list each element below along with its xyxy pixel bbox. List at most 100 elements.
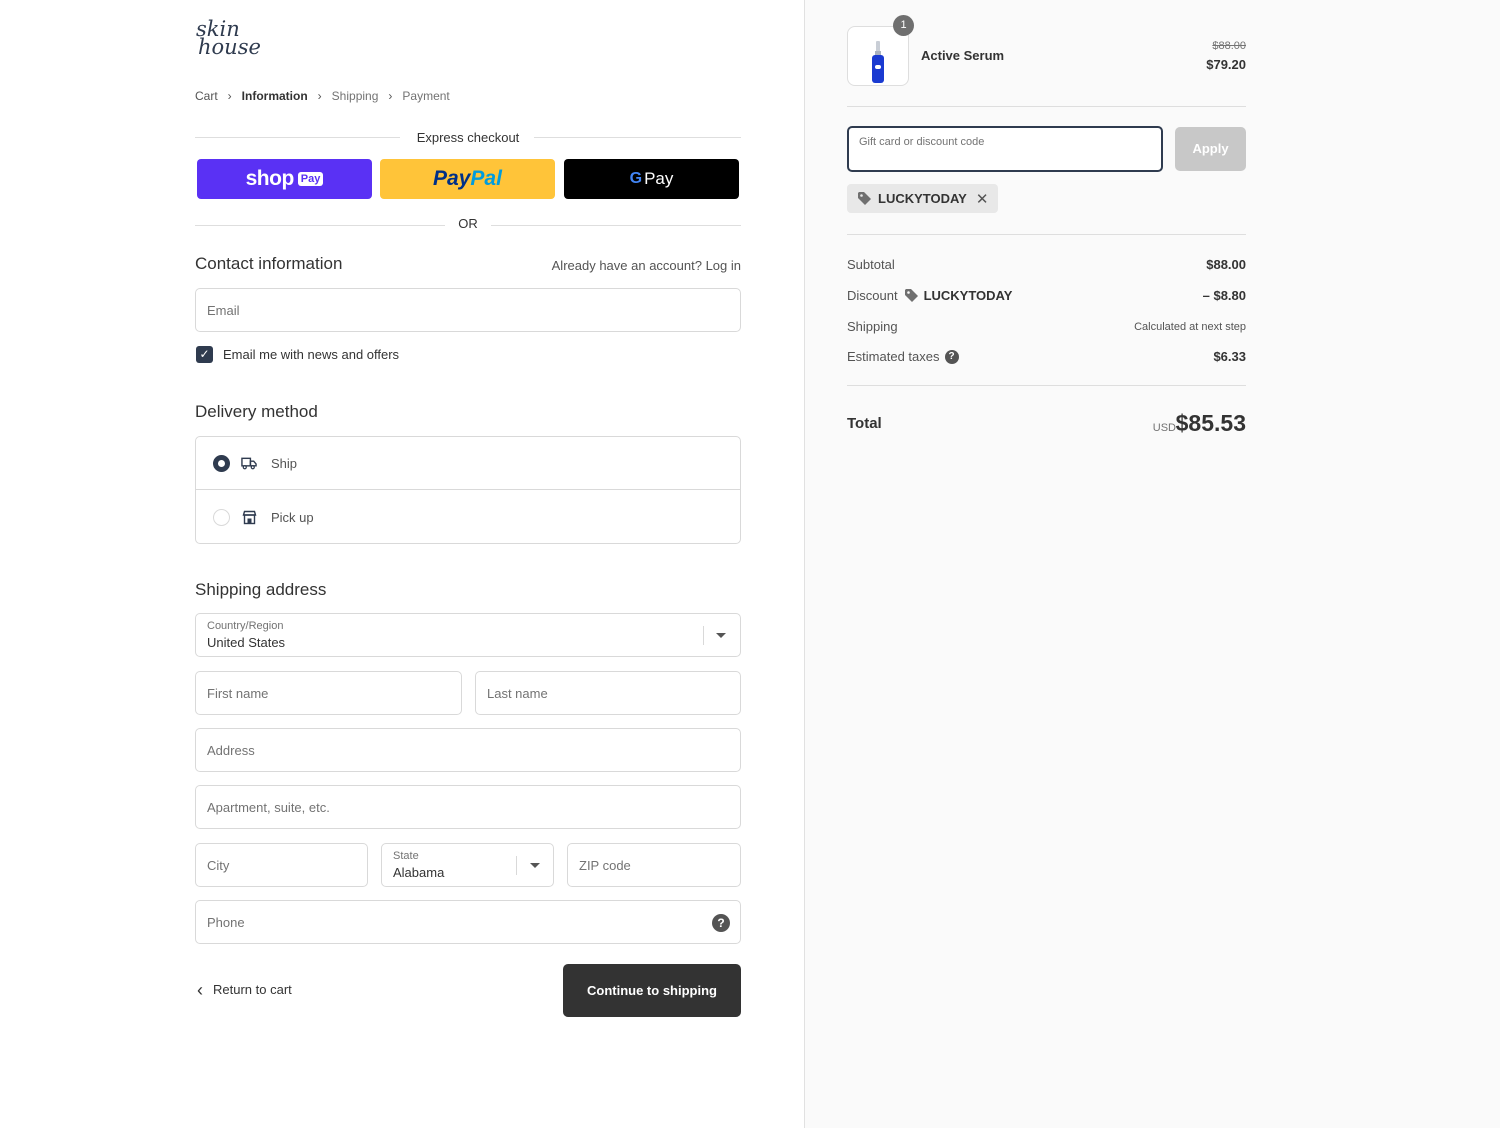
delivery-option-pickup[interactable]: Pick up bbox=[196, 491, 740, 544]
tag-icon bbox=[904, 288, 919, 303]
dropdown-separator bbox=[703, 626, 704, 645]
breadcrumb-payment: Payment bbox=[402, 89, 450, 103]
chevron-down-icon bbox=[716, 633, 726, 638]
newsletter-checkbox[interactable]: ✓ bbox=[196, 346, 213, 363]
contact-information-title: Contact information bbox=[195, 254, 343, 273]
tag-icon bbox=[857, 191, 872, 206]
zip-code-field[interactable]: ZIP code bbox=[567, 843, 741, 887]
last-name-field[interactable]: Last name bbox=[475, 671, 741, 715]
shipping-value: Calculated at next step bbox=[1134, 321, 1246, 333]
first-name-placeholder: First name bbox=[207, 686, 269, 701]
product-price: $79.20 bbox=[1206, 57, 1246, 72]
apply-button[interactable]: Apply bbox=[1175, 127, 1246, 171]
total-value: $85.53 bbox=[1175, 410, 1246, 436]
chevron-right-icon: › bbox=[388, 89, 393, 103]
total-label: Total bbox=[847, 415, 882, 432]
pickup-radio[interactable] bbox=[213, 509, 230, 526]
chevron-left-icon: ‹ bbox=[197, 979, 203, 1000]
apartment-placeholder: Apartment, suite, etc. bbox=[207, 800, 330, 815]
address-placeholder: Address bbox=[207, 743, 255, 758]
divider bbox=[847, 106, 1246, 107]
country-label: Country/Region bbox=[207, 620, 284, 632]
shipping-address-title: Shipping address bbox=[195, 580, 327, 599]
express-checkout-title: Express checkout bbox=[404, 130, 532, 145]
dropdown-separator bbox=[516, 856, 517, 875]
delivery-option-ship[interactable]: Ship bbox=[196, 437, 740, 490]
google-pay-wordmark: Pay bbox=[644, 169, 674, 188]
product-name: Active Serum bbox=[921, 48, 1005, 63]
delivery-method-title: Delivery method bbox=[195, 402, 318, 421]
first-name-field[interactable]: First name bbox=[195, 671, 462, 715]
ship-label: Ship bbox=[271, 455, 298, 471]
breadcrumb-shipping: Shipping bbox=[331, 89, 379, 103]
truck-icon bbox=[241, 455, 257, 471]
address-field[interactable]: Address bbox=[195, 728, 741, 772]
state-value: Alabama bbox=[393, 865, 445, 880]
help-icon[interactable]: ? bbox=[944, 349, 959, 364]
close-icon[interactable]: ✕ bbox=[976, 190, 989, 208]
country-select[interactable]: Country/Region United States bbox=[195, 613, 741, 657]
subtotal-value: $88.00 bbox=[1206, 257, 1246, 272]
store-icon bbox=[241, 510, 257, 526]
chevron-down-icon bbox=[530, 863, 540, 868]
serum-bottle-icon bbox=[872, 41, 884, 83]
delivery-method-options: Ship Pick up bbox=[195, 436, 741, 544]
shop-pay-wordmark: shop bbox=[245, 167, 295, 190]
shipping-row: Shipping Calculated at next step bbox=[847, 319, 1246, 337]
store-logo[interactable]: skin house bbox=[196, 19, 266, 66]
taxes-label: Estimated taxes bbox=[847, 349, 940, 364]
phone-placeholder: Phone bbox=[207, 915, 245, 930]
city-placeholder: City bbox=[207, 858, 230, 873]
or-divider: OR bbox=[195, 216, 741, 234]
phone-field[interactable]: Phone ? bbox=[195, 900, 741, 944]
chevron-right-icon: › bbox=[227, 89, 232, 103]
breadcrumb-cart[interactable]: Cart bbox=[195, 89, 218, 103]
login-link[interactable]: Already have an account? Log in bbox=[552, 258, 741, 273]
total-row: Total USD $85.53 bbox=[847, 410, 1246, 440]
applied-discount-tag: LUCKYTODAY ✕ bbox=[847, 184, 999, 213]
email-field[interactable]: Email bbox=[195, 288, 741, 332]
paypal-wordmark-pay: Pay bbox=[433, 167, 471, 190]
last-name-placeholder: Last name bbox=[487, 686, 548, 701]
or-label: OR bbox=[458, 216, 478, 231]
breadcrumb: Cart › Information › Shipping › Payment bbox=[195, 89, 450, 103]
quantity-badge: 1 bbox=[893, 15, 914, 36]
divider bbox=[847, 234, 1246, 235]
paypal-button[interactable]: Pay Pal bbox=[380, 159, 555, 199]
state-label: State bbox=[393, 850, 419, 862]
google-pay-button[interactable]: G Pay bbox=[564, 159, 739, 199]
discount-row: Discount LUCKYTODAY – $8.80 bbox=[847, 288, 1246, 306]
return-to-cart-link[interactable]: ‹ Return to cart bbox=[197, 979, 292, 1000]
help-icon[interactable]: ? bbox=[712, 914, 730, 932]
discount-code-placeholder: Gift card or discount code bbox=[859, 136, 985, 148]
discount-code-label: LUCKYTODAY bbox=[923, 288, 1013, 303]
shop-pay-badge: Pay bbox=[297, 172, 324, 186]
state-select[interactable]: State Alabama bbox=[381, 843, 554, 887]
applied-code-label: LUCKYTODAY bbox=[878, 191, 967, 206]
apartment-field[interactable]: Apartment, suite, etc. bbox=[195, 785, 741, 829]
google-g-icon: G bbox=[629, 170, 643, 187]
subtotal-label: Subtotal bbox=[847, 257, 895, 272]
ship-radio[interactable] bbox=[213, 454, 230, 472]
breadcrumb-information: Information bbox=[241, 89, 308, 103]
taxes-row: Estimated taxes ? $6.33 bbox=[847, 349, 1246, 367]
return-to-cart-label: Return to cart bbox=[213, 982, 292, 997]
product-original-price: $88.00 bbox=[1212, 40, 1246, 52]
zip-code-placeholder: ZIP code bbox=[579, 858, 631, 873]
checkout-main-panel: skin house Cart › Information › Shipping… bbox=[0, 0, 804, 1128]
subtotal-row: Subtotal $88.00 bbox=[847, 257, 1246, 275]
discount-code-input[interactable]: Gift card or discount code bbox=[847, 126, 1163, 172]
newsletter-checkbox-row[interactable]: ✓ Email me with news and offers bbox=[196, 346, 399, 363]
shop-pay-button[interactable]: shop Pay bbox=[197, 159, 372, 199]
discount-label: Discount bbox=[847, 288, 898, 303]
divider bbox=[847, 385, 1246, 386]
shipping-label: Shipping bbox=[847, 319, 898, 334]
express-checkout-header: Express checkout bbox=[195, 128, 741, 148]
country-value: United States bbox=[207, 635, 286, 650]
city-field[interactable]: City bbox=[195, 843, 368, 887]
email-placeholder: Email bbox=[207, 303, 240, 318]
continue-to-shipping-button[interactable]: Continue to shipping bbox=[563, 964, 741, 1017]
chevron-right-icon: › bbox=[317, 89, 322, 103]
pickup-label: Pick up bbox=[271, 510, 314, 525]
newsletter-label: Email me with news and offers bbox=[223, 347, 400, 362]
